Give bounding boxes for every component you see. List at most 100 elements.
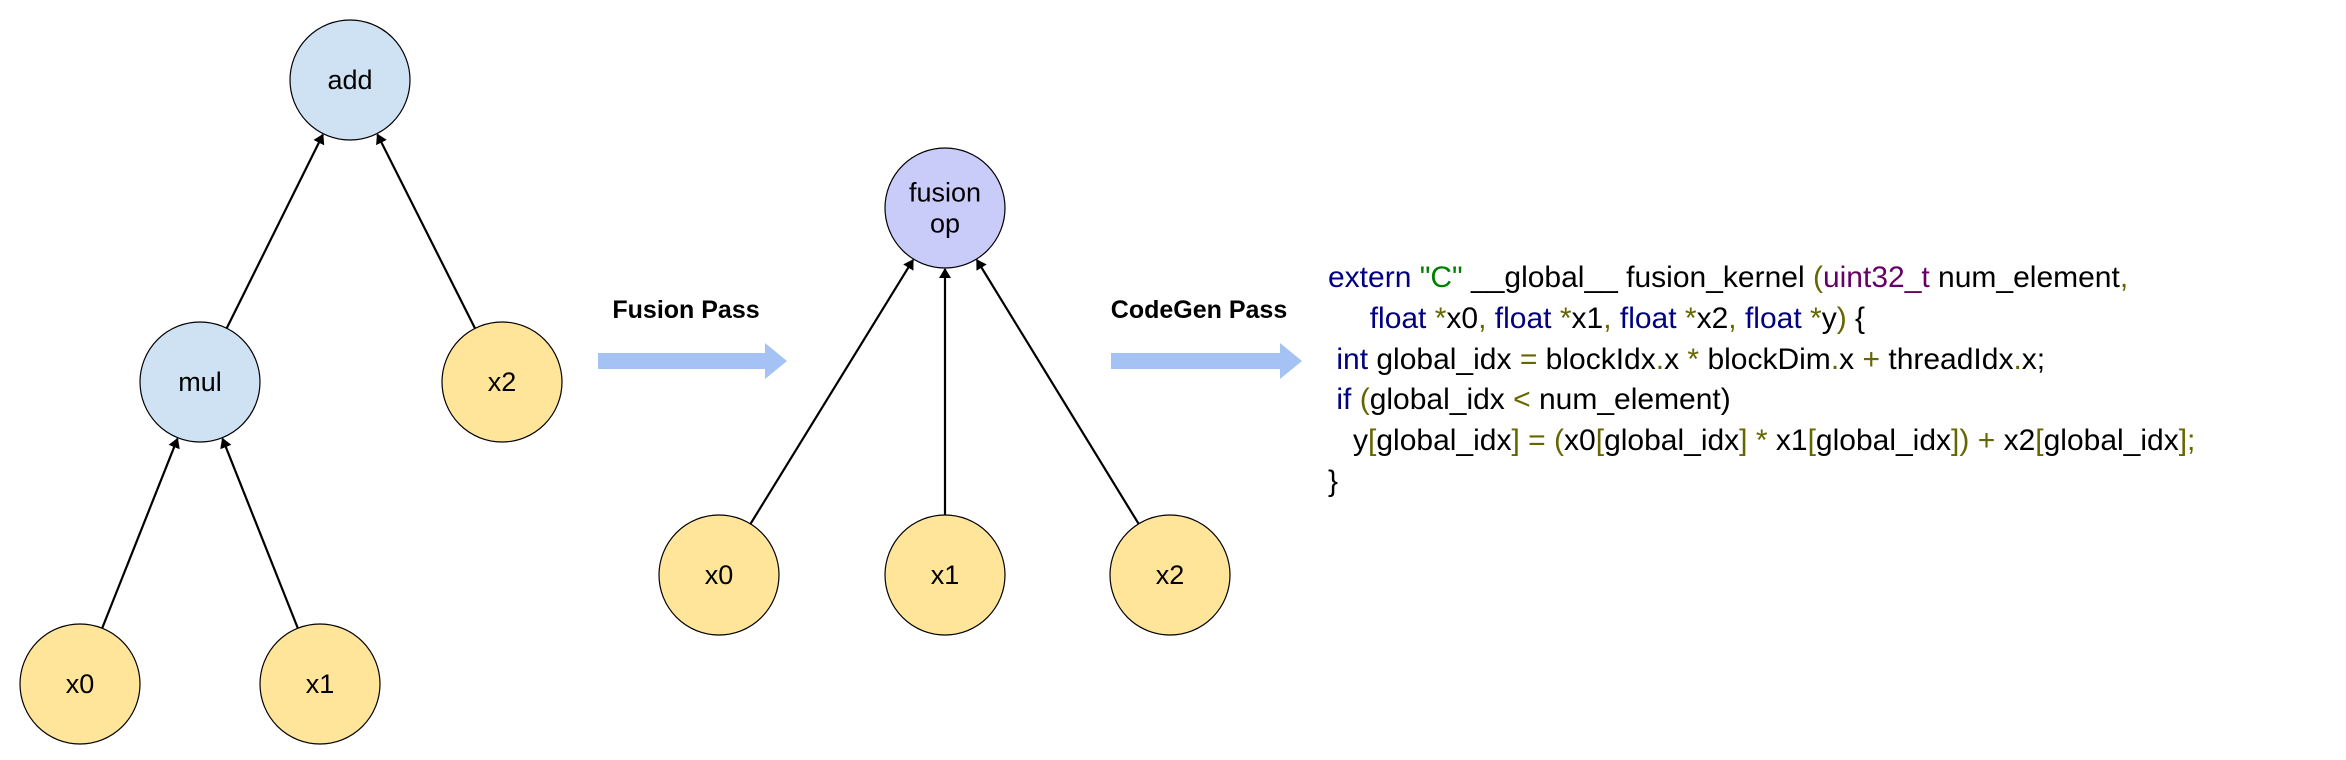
- before-node-label: x2: [488, 367, 517, 397]
- code-token-id: x1: [1571, 301, 1604, 335]
- after-edge-x0-to-fusion: [749, 259, 914, 525]
- code-token-pn: *: [1559, 301, 1572, 335]
- code-token-pn: *: [1755, 424, 1768, 458]
- code-token-pn: .: [2013, 342, 2022, 376]
- after-node-label: x1: [931, 560, 960, 590]
- code-token-pn: =: [1528, 424, 1546, 458]
- before-node-label: x1: [306, 669, 335, 699]
- code-token-pn: [: [1807, 424, 1816, 458]
- after-node-label: x2: [1156, 560, 1185, 590]
- code-token-pn: *: [1687, 342, 1700, 376]
- code-token-kw: float: [1744, 301, 1811, 335]
- code-token-id: [1351, 383, 1359, 416]
- code-token-id: blockIdx: [1537, 342, 1656, 376]
- code-token-id: x1: [1767, 424, 1808, 458]
- before-node-label: x0: [66, 669, 95, 699]
- code-token-pn: +: [1977, 424, 1996, 458]
- code-token-pn: (: [1554, 424, 1565, 458]
- code-token-id: [1546, 424, 1554, 457]
- code-token-pn: ,: [1478, 301, 1495, 335]
- before-node-x2: x2: [441, 321, 563, 443]
- code-token-id: global_idx: [2043, 424, 2179, 458]
- code-token-pn: +: [1862, 342, 1881, 376]
- code-token-pn: *: [1810, 301, 1822, 335]
- before-edge-x0-to-mul: [101, 437, 180, 629]
- code-token-id: __global__ fusion_kernel: [1462, 261, 1813, 294]
- code-token-kw: float: [1369, 301, 1435, 335]
- before-node-x0: x0: [19, 623, 141, 745]
- code-token-id: y: [1821, 301, 1837, 335]
- code-token-kw: int: [1336, 342, 1369, 376]
- code-token-id: [1328, 302, 1370, 335]
- after-node-x2: x2: [1109, 514, 1231, 636]
- code-token-pn: ]: [1739, 424, 1748, 458]
- codegen-pass-label: CodeGen Pass: [1110, 296, 1288, 324]
- code-token-kw: extern: [1328, 261, 1420, 294]
- code-token-pn: (: [1812, 261, 1823, 294]
- code-token-kw: float: [1619, 301, 1685, 335]
- before-edge-mul-to-add: [225, 133, 325, 329]
- after-node-label: fusion: [909, 178, 981, 208]
- code-token-id: [1969, 424, 1977, 457]
- code-token-id: global_idx: [1369, 383, 1514, 417]
- code-token-id: x2: [1696, 301, 1729, 335]
- generated-cuda-kernel-code: extern "C" __global__ fusion_kernel (uin…: [1328, 258, 2195, 503]
- code-token-pn: ]): [1951, 424, 1970, 458]
- code-token-id: x;: [2021, 342, 2046, 376]
- code-token-kw: if: [1336, 383, 1352, 417]
- code-token-id: }: [1328, 464, 1339, 498]
- after-node-fusion: fusionop: [884, 147, 1006, 269]
- code-token-id: global_idx: [1376, 424, 1512, 458]
- codegen-pass-arrow-icon: [1111, 343, 1302, 379]
- code-line: y[global_idx] = (x0[global_idx] * x1[glo…: [1328, 421, 2195, 462]
- code-token-id: [1748, 424, 1756, 457]
- before-node-add: add: [289, 19, 411, 141]
- before-node-mul: mul: [139, 321, 261, 443]
- code-token-pn: [: [1595, 424, 1605, 458]
- fusion-pass-arrow-icon: [598, 343, 787, 379]
- code-line: extern "C" __global__ fusion_kernel (uin…: [1328, 258, 2195, 299]
- code-token-id: global_idx: [1815, 424, 1952, 458]
- code-token-pn: .: [1830, 342, 1840, 376]
- code-token-id: x0: [1446, 301, 1479, 335]
- after-node-label: op: [930, 209, 960, 239]
- code-token-ty: uint32_t: [1822, 261, 1930, 294]
- before-node-label: add: [327, 65, 372, 95]
- code-token-id: y: [1328, 424, 1369, 458]
- code-token-pn: [: [2035, 424, 2044, 458]
- before-edge-x1-to-mul: [220, 437, 299, 629]
- code-token-id: num_element): [1530, 383, 1731, 417]
- before-node-x1: x1: [259, 623, 381, 745]
- fusion-pass-label: Fusion Pass: [612, 296, 760, 324]
- code-token-id: [1520, 424, 1528, 457]
- code-token-id: blockDim: [1699, 342, 1831, 376]
- code-token-id: x2: [1995, 424, 2036, 458]
- code-token-id: x: [1664, 342, 1688, 376]
- code-token-pn: ];: [2178, 424, 2196, 458]
- code-token-pn: ,: [1728, 301, 1745, 335]
- code-line: float *x0, float *x1, float *x2, float *…: [1328, 299, 2195, 340]
- code-token-id: x0: [1564, 424, 1596, 458]
- code-token-id: x: [1839, 342, 1863, 376]
- code-token-pn: ,: [1603, 301, 1620, 335]
- before-edge-x2-to-add: [376, 133, 477, 329]
- after-node-x0: x0: [658, 514, 780, 636]
- code-token-pn: *: [1434, 301, 1447, 335]
- code-token-str: "C": [1419, 261, 1463, 294]
- code-token-id: global_idx: [1604, 424, 1740, 458]
- code-token-id: num_element: [1929, 261, 2120, 294]
- code-token-pn: <: [1513, 383, 1531, 417]
- code-token-pn: *: [1684, 301, 1697, 335]
- code-token-pn: .: [1655, 342, 1665, 376]
- code-token-pn: (: [1359, 383, 1370, 417]
- code-token-kw: float: [1494, 301, 1560, 335]
- code-line: }: [1328, 462, 2195, 503]
- after-node-x1: x1: [884, 514, 1006, 636]
- code-token-pn: ,: [2119, 261, 2129, 294]
- code-token-pn: ]: [1511, 424, 1520, 458]
- after-node-label: x0: [705, 560, 734, 590]
- code-token-pn: =: [1519, 342, 1538, 376]
- code-token-id: {: [1846, 301, 1866, 335]
- code-token-id: threadIdx: [1880, 342, 2014, 376]
- before-node-label: mul: [178, 367, 222, 397]
